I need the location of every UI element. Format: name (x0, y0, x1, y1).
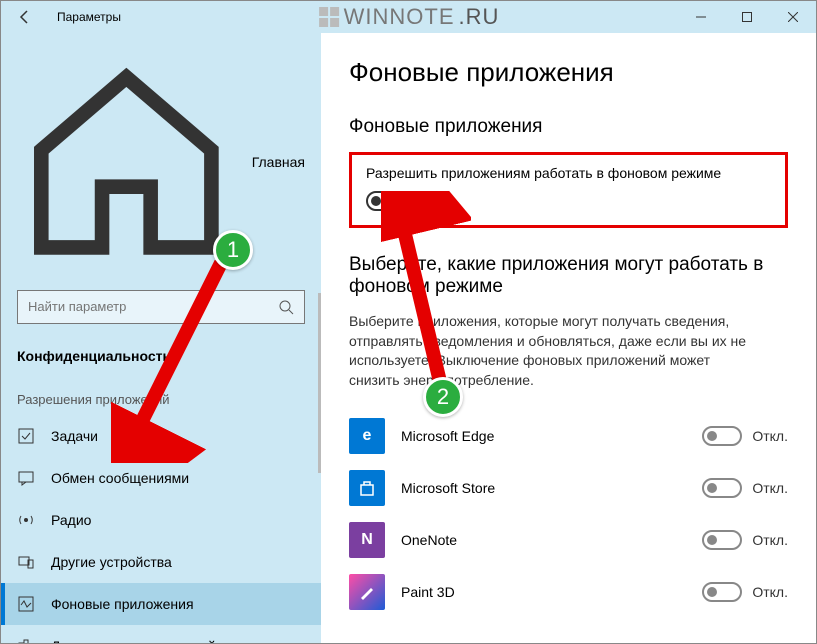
highlighted-setting: Разрешить приложениям работать в фоновом… (349, 152, 788, 228)
toggle-state: Откл. (752, 428, 788, 444)
sidebar-item-other-devices[interactable]: Другие устройства (1, 541, 321, 583)
home-label: Главная (252, 154, 305, 170)
app-item-store: Microsoft Store Откл. (349, 462, 788, 514)
sidebar-item-tasks[interactable]: Задачи (1, 415, 321, 457)
minimize-button[interactable] (678, 1, 724, 33)
annotation-badge-2: 2 (423, 377, 463, 417)
app-toggle-onenote[interactable] (702, 530, 742, 550)
search-box[interactable] (17, 290, 305, 324)
app-name: Microsoft Edge (401, 428, 702, 444)
page-title: Фоновые приложения (349, 57, 788, 88)
toggle-state: Откл. (752, 532, 788, 548)
section-title: Конфиденциальность (1, 342, 321, 386)
subsection-title: Разрешения приложений (1, 386, 321, 415)
devices-icon (17, 553, 35, 571)
allow-background-toggle[interactable] (366, 191, 406, 211)
app-toggle-paint3d[interactable] (702, 582, 742, 602)
app-toggle-store[interactable] (702, 478, 742, 498)
section-heading-2: Выберите, какие приложения могут работат… (349, 254, 788, 298)
app-toggle-edge[interactable] (702, 426, 742, 446)
app-item-onenote: N OneNote Откл. (349, 514, 788, 566)
home-icon (17, 53, 236, 272)
toggle-state: Откл. (752, 480, 788, 496)
sidebar-item-label: Фоновые приложения (51, 596, 194, 612)
tasks-icon (17, 427, 35, 445)
app-icon-onenote: N (349, 522, 385, 558)
sidebar-item-label: Радио (51, 512, 91, 528)
search-input[interactable] (28, 299, 278, 314)
diagnostics-icon (17, 637, 35, 643)
app-icon-store (349, 470, 385, 506)
sidebar-item-radio[interactable]: Радио (1, 499, 321, 541)
content-pane: Фоновые приложения Фоновые приложения Ра… (321, 33, 816, 643)
sidebar-item-label: Обмен сообщениями (51, 470, 189, 486)
app-list: e Microsoft Edge Откл. Microsoft Store О… (349, 410, 788, 618)
toggle-state: Откл. (418, 193, 454, 209)
annotation-badge-1: 1 (213, 230, 253, 270)
app-item-paint3d: Paint 3D Откл. (349, 566, 788, 618)
app-item-edge: e Microsoft Edge Откл. (349, 410, 788, 462)
back-button[interactable] (1, 1, 49, 33)
home-link[interactable]: Главная (1, 45, 321, 280)
search-icon (278, 299, 294, 315)
window-title: Параметры (49, 10, 121, 24)
allow-background-label: Разрешить приложениям работать в фоновом… (366, 165, 771, 181)
titlebar: Параметры WINNOTE.RU (1, 1, 816, 33)
toggle-state: Откл. (752, 584, 788, 600)
sidebar-item-diagnostics[interactable]: Диагностика приложений (1, 625, 321, 643)
app-name: Microsoft Store (401, 480, 702, 496)
maximize-button[interactable] (724, 1, 770, 33)
sidebar-item-background-apps[interactable]: Фоновые приложения (1, 583, 321, 625)
sidebar-item-label: Задачи (51, 428, 98, 444)
activity-icon (17, 595, 35, 613)
sidebar-item-messaging[interactable]: Обмен сообщениями (1, 457, 321, 499)
app-name: Paint 3D (401, 584, 702, 600)
app-icon-paint3d (349, 574, 385, 610)
section-heading: Фоновые приложения (349, 116, 788, 138)
close-button[interactable] (770, 1, 816, 33)
sidebar-item-label: Другие устройства (51, 554, 172, 570)
watermark: WINNOTE.RU (318, 4, 500, 30)
app-name: OneNote (401, 532, 702, 548)
radio-icon (17, 511, 35, 529)
app-icon-edge: e (349, 418, 385, 454)
section-description: Выберите приложения, которые могут получ… (349, 312, 749, 390)
chat-icon (17, 469, 35, 487)
sidebar: Главная Конфиденциальность Разрешения пр… (1, 33, 321, 643)
sidebar-item-label: Диагностика приложений (51, 638, 216, 643)
